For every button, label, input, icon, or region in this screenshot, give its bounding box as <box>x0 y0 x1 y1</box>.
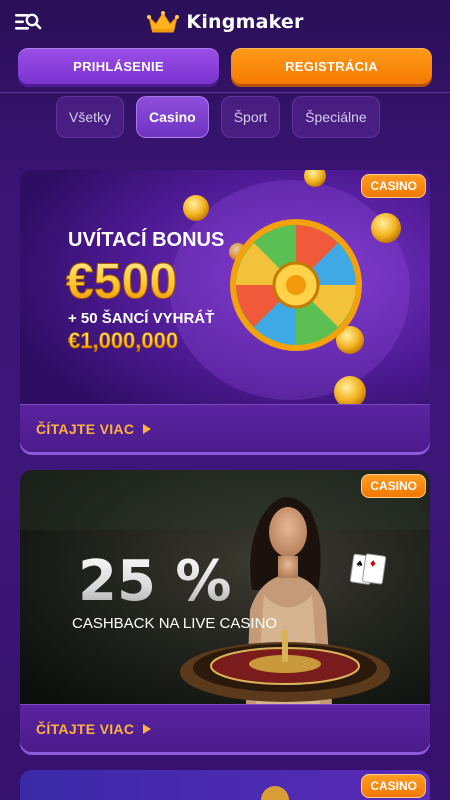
login-button[interactable]: PRIHLÁSENIE <box>18 48 219 84</box>
promo-card-cashback[interactable]: ♦ ♠ 25 % CASHBACK NA LIVE CASINO CASINO … <box>20 470 430 752</box>
banner-chances: + 50 ŠANCÍ VYHRÁŤ <box>68 309 214 327</box>
auth-buttons: PRIHLÁSENIE REGISTRÁCIA <box>18 48 432 84</box>
crown-icon <box>147 11 180 33</box>
banner-amount: €500 <box>66 253 177 309</box>
category-badge: CASINO <box>361 774 426 798</box>
promo-banner-welcome: UVÍTACÍ BONUS €500 + 50 ŠANCÍ VYHRÁŤ €1,… <box>20 170 430 404</box>
promo-card-welcome-bonus[interactable]: UVÍTACÍ BONUS €500 + 50 ŠANCÍ VYHRÁŤ €1,… <box>20 170 430 452</box>
svg-text:♠: ♠ <box>355 559 364 570</box>
app-header: Kingmaker <box>0 0 450 44</box>
banner-subtitle: CASHBACK NA LIVE CASINO <box>72 615 277 632</box>
category-badge: CASINO <box>361 474 426 498</box>
play-arrow-icon <box>143 423 152 434</box>
read-more-label: ČÍTAJTE VIAC <box>36 720 135 737</box>
register-button[interactable]: REGISTRÁCIA <box>231 48 432 84</box>
category-tabs: Všetky Casino Šport Špeciálne <box>56 96 380 138</box>
tab-casino[interactable]: Casino <box>136 96 209 138</box>
logo-text: Kingmaker <box>186 11 304 33</box>
banner-percent: 25 % <box>78 549 232 614</box>
category-badge: CASINO <box>361 174 426 198</box>
read-more-link[interactable]: ČÍTAJTE VIAC <box>20 704 430 752</box>
banner-title: UVÍTACÍ BONUS <box>68 228 224 251</box>
svg-text:♦: ♦ <box>368 559 377 570</box>
logo[interactable]: Kingmaker <box>146 10 303 34</box>
read-more-label: ČÍTAJTE VIAC <box>36 420 135 437</box>
tab-all[interactable]: Všetky <box>56 96 125 138</box>
menu-search-icon[interactable] <box>14 10 42 34</box>
tab-sport[interactable]: Šport <box>220 96 281 138</box>
read-more-link[interactable]: ČÍTAJTE VIAC <box>20 404 430 452</box>
tab-special[interactable]: Špeciálne <box>292 96 380 138</box>
banner-jackpot: €1,000,000 <box>68 328 178 353</box>
divider <box>0 92 450 93</box>
promo-card-partial[interactable]: CASINO <box>20 770 430 800</box>
play-arrow-icon <box>143 723 152 734</box>
promo-banner-cashback: ♦ ♠ 25 % CASHBACK NA LIVE CASINO <box>20 470 430 704</box>
